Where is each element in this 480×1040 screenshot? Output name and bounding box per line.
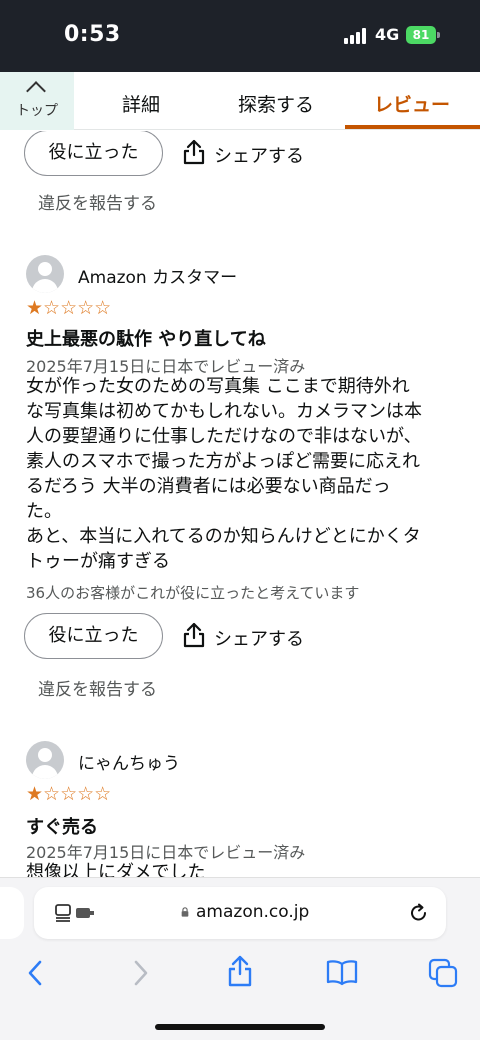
star-filled-icon: ★ [26, 297, 44, 319]
cellular-signal-icon [344, 28, 366, 44]
review-body-line: あと、本当に入れてるのか知らんけどとにかくタ [26, 526, 421, 547]
share-icon [183, 139, 205, 165]
share-icon [183, 622, 205, 648]
helpful-button[interactable]: 役に立った [24, 613, 163, 659]
share-label: シェアする [214, 629, 304, 650]
review-body-line: な写真集は初めてかもしれない。カメラマンは本 [26, 401, 422, 422]
back-to-top-label: トップ [16, 103, 58, 119]
browser-toolbar: amazon.co.jp [0, 877, 480, 1040]
reviewer-name[interactable]: にゃんちゅう [78, 749, 180, 774]
tab-explore[interactable]: 探索する [238, 90, 314, 117]
address-bar[interactable]: amazon.co.jp [34, 887, 446, 939]
active-tab-indicator [345, 125, 480, 129]
forward-icon[interactable] [130, 958, 150, 988]
star-empty-icons: ☆☆☆☆ [43, 783, 112, 805]
review-body-line: 女が作った女のための写真集 ここまで期待外れ [26, 376, 410, 397]
battery-tip [437, 32, 440, 38]
reviews-list[interactable]: 役に立った シェアする 違反を報告する Amazon カスタマー ★☆☆☆☆ 史… [0, 131, 480, 877]
star-rating: ★☆☆☆☆ [26, 784, 111, 804]
report-link[interactable]: 違反を報告する [38, 189, 157, 214]
avatar [26, 741, 64, 779]
star-rating: ★☆☆☆☆ [26, 298, 111, 318]
tab-details[interactable]: 詳細 [122, 90, 160, 117]
helpful-count: 36人のお客様がこれが役に立ったと考えています [26, 584, 360, 602]
review-body-line: 素人のスマホで撮った方がよっぽど需要に応えれ [26, 451, 421, 472]
helpful-button[interactable]: 役に立った [24, 131, 163, 176]
review-body: 女が作った女のための写真集 ここまで期待外れ な写真集は初めてかもしれない。カメ… [26, 374, 462, 574]
tabs-icon[interactable] [428, 958, 458, 988]
star-filled-icon: ★ [26, 783, 44, 805]
network-type: 4G [375, 25, 400, 44]
review-body-line: るだろう 大半の消費者には必要ない商品だっ [26, 476, 391, 497]
lock-icon [181, 907, 189, 917]
battery-icon: 81 [406, 26, 436, 44]
back-icon[interactable] [26, 958, 46, 988]
status-time: 0:53 [64, 22, 121, 47]
product-tab-bar: トップ 詳細 探索する レビュー [0, 72, 480, 130]
star-empty-icons: ☆☆☆☆ [43, 297, 112, 319]
review-body: 想像以上にダメでした [26, 860, 462, 877]
chevron-up-icon [26, 81, 46, 101]
report-link[interactable]: 違反を報告する [38, 675, 157, 700]
battery-level: 81 [412, 28, 430, 42]
home-indicator[interactable] [155, 1024, 325, 1030]
url-text: amazon.co.jp [196, 902, 310, 922]
reload-icon[interactable] [408, 902, 430, 924]
avatar [26, 255, 64, 293]
reviewer-name[interactable]: Amazon カスタマー [78, 263, 237, 288]
tab-reviews[interactable]: レビュー [374, 90, 450, 117]
page-menu-icon[interactable] [54, 903, 96, 923]
review-body-line: トゥーが痛すぎる [26, 551, 170, 572]
review-body-line: 想像以上にダメでした [26, 862, 206, 877]
share-icon[interactable] [226, 954, 254, 988]
review-title[interactable]: すぐ売る [26, 813, 98, 839]
back-to-top-button[interactable]: トップ [0, 72, 74, 130]
review-body-line: た。 [26, 501, 62, 522]
review-body-line: 人の要望通りに仕事しただけなので非はないが、 [26, 426, 422, 447]
previous-tab-peek[interactable] [0, 887, 24, 939]
bookmarks-icon[interactable] [326, 958, 358, 986]
status-bar: 0:53 4G 81 [0, 0, 480, 72]
review-title[interactable]: 史上最悪の駄作 やり直してね [26, 325, 266, 351]
share-label: シェアする [214, 146, 304, 167]
